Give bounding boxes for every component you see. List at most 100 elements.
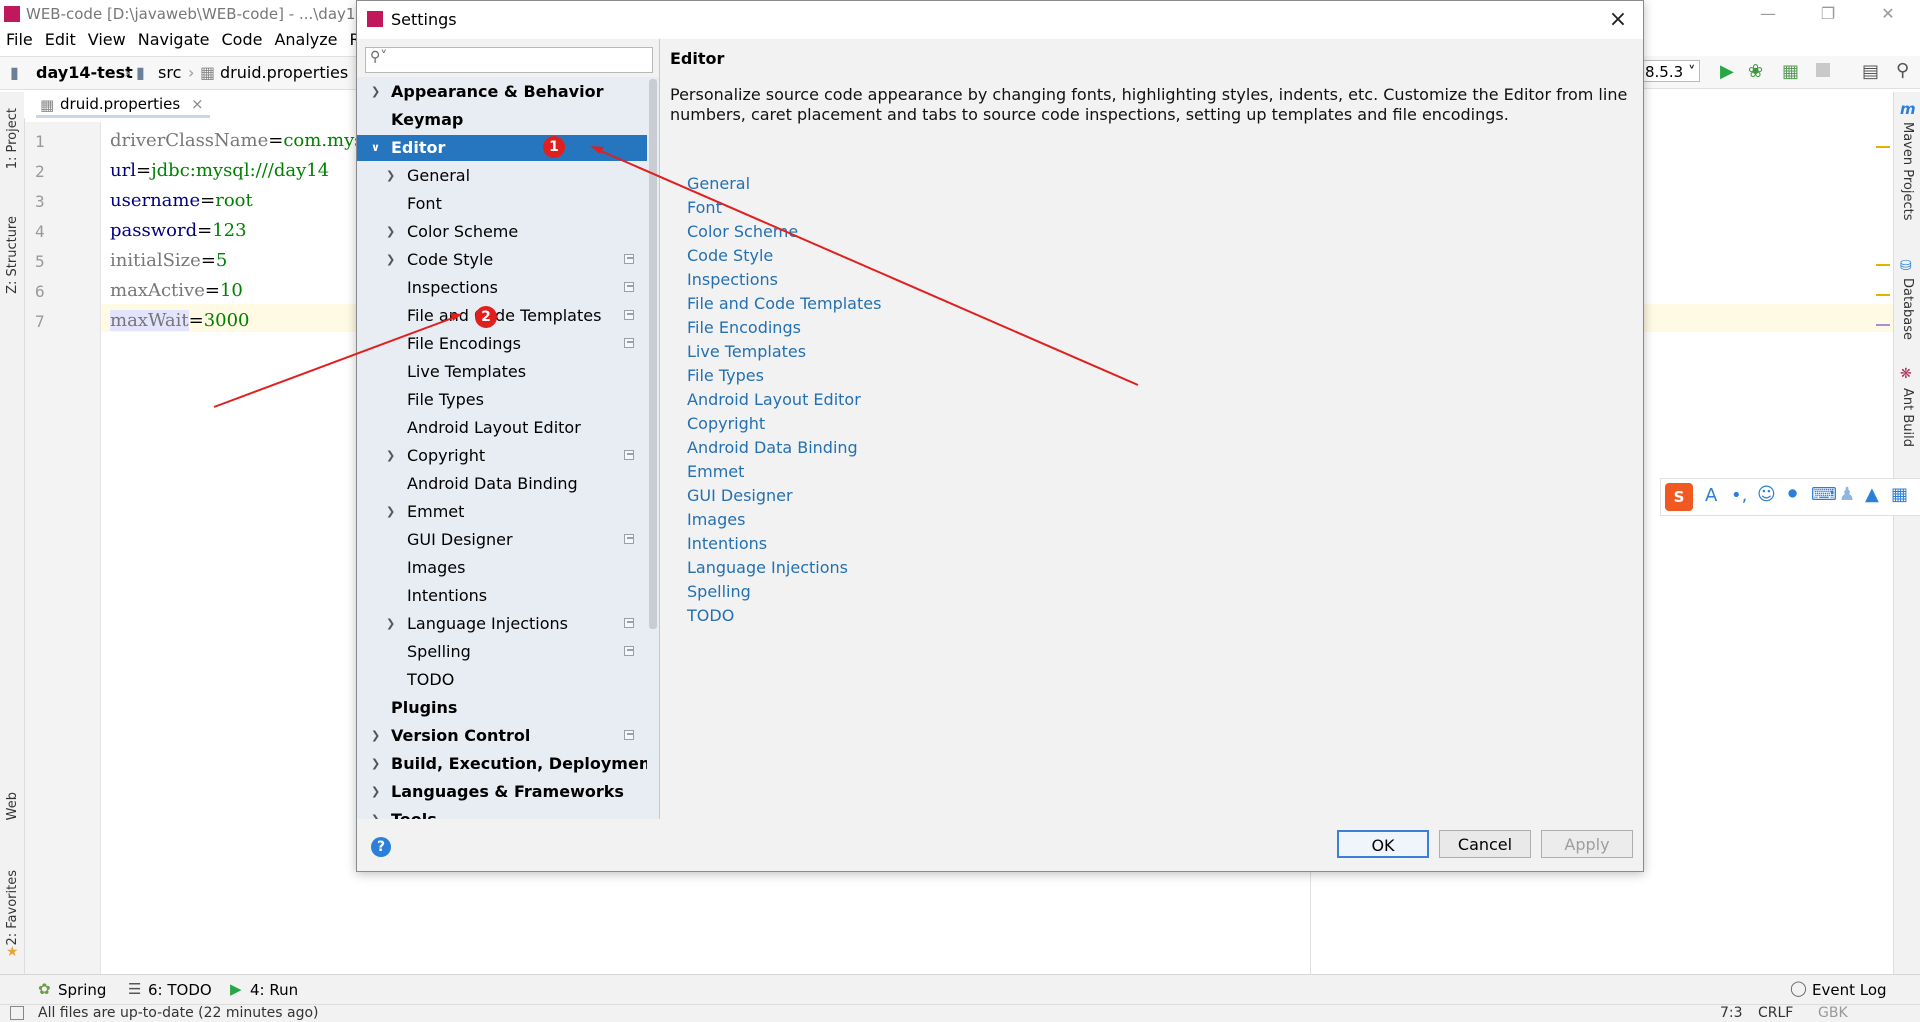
menu-edit[interactable]: Edit bbox=[45, 30, 76, 49]
tree-item-appearance-behavior[interactable]: ❯ Appearance & Behavior bbox=[357, 79, 647, 105]
run-icon[interactable]: ▶ bbox=[1720, 61, 1734, 82]
tree-item-copyright[interactable]: ❯ Copyright bbox=[357, 443, 647, 469]
menu-file[interactable]: File bbox=[6, 30, 33, 49]
tab-close-icon[interactable]: × bbox=[191, 95, 204, 113]
tool-window-ant[interactable]: Ant Build bbox=[1900, 388, 1915, 447]
link-live-templates[interactable]: Live Templates bbox=[687, 342, 806, 361]
code-line[interactable]: url=jdbc:mysql:///day14 bbox=[110, 160, 329, 181]
tree-item-color-scheme[interactable]: ❯ Color Scheme bbox=[357, 219, 647, 245]
link-inspections[interactable]: Inspections bbox=[687, 270, 778, 289]
tree-item-keymap[interactable]: Keymap bbox=[357, 107, 647, 133]
tree-item-spelling[interactable]: Spelling bbox=[357, 639, 647, 665]
scrollbar-thumb[interactable] bbox=[649, 79, 657, 629]
tool-window-event-log[interactable]: Event Log bbox=[1812, 981, 1887, 999]
tree-item-gui-designer[interactable]: GUI Designer bbox=[357, 527, 647, 553]
tool-window-structure[interactable]: Z: Structure bbox=[5, 216, 20, 294]
tree-item-todo[interactable]: TODO bbox=[357, 667, 647, 693]
emoji-icon[interactable]: ☺ bbox=[1757, 484, 1776, 505]
tool-window-todo[interactable]: 6: TODO bbox=[148, 981, 212, 999]
chevron-right-icon[interactable]: ❯ bbox=[386, 611, 395, 637]
punctuation-icon[interactable]: •, bbox=[1731, 485, 1747, 506]
breadcrumb-file[interactable]: druid.properties bbox=[220, 63, 348, 82]
grid-menu-icon[interactable]: ▦ bbox=[1891, 484, 1908, 505]
tree-item-android-layout-editor[interactable]: Android Layout Editor bbox=[357, 415, 647, 441]
chevron-right-icon[interactable]: ❯ bbox=[386, 219, 395, 245]
file-encoding[interactable]: GBK bbox=[1818, 1005, 1848, 1021]
chevron-right-icon[interactable]: ❯ bbox=[386, 499, 395, 525]
tree-item-build-execution-deployment[interactable]: ❯ Build, Execution, Deployment bbox=[357, 751, 658, 777]
tree-item-android-data-binding[interactable]: Android Data Binding bbox=[357, 471, 647, 497]
chevron-right-icon[interactable]: ❯ bbox=[371, 723, 380, 749]
menu-code[interactable]: Code bbox=[222, 30, 263, 49]
tree-item-font[interactable]: Font bbox=[357, 191, 647, 217]
tree-item-version-control[interactable]: ❯ Version Control bbox=[357, 723, 647, 749]
link-language-injections[interactable]: Language Injections bbox=[687, 558, 848, 577]
link-intentions[interactable]: Intentions bbox=[687, 534, 767, 553]
tree-item-inspections[interactable]: Inspections bbox=[357, 275, 647, 301]
stop-icon[interactable] bbox=[1816, 63, 1830, 77]
status-toggle-icon[interactable] bbox=[10, 1006, 24, 1020]
coverage-icon[interactable]: ▦ bbox=[1782, 61, 1799, 82]
breadcrumb-folder[interactable]: src bbox=[158, 63, 181, 82]
tool-window-web[interactable]: Web bbox=[5, 792, 20, 820]
tree-item-plugins[interactable]: Plugins bbox=[357, 695, 647, 721]
file-tab[interactable]: ▦ druid.properties × bbox=[36, 94, 210, 118]
settings-tree-scrollbar[interactable] bbox=[647, 77, 659, 819]
dialog-close-icon[interactable]: × bbox=[1605, 7, 1631, 33]
tool-window-maven[interactable]: Maven Projects bbox=[1900, 122, 1915, 221]
help-icon[interactable]: ? bbox=[371, 837, 391, 857]
keyboard-icon[interactable]: ⌨ bbox=[1811, 484, 1837, 505]
link-images[interactable]: Images bbox=[687, 510, 745, 529]
tree-item-code-style[interactable]: ❯ Code Style bbox=[357, 247, 647, 273]
code-line[interactable]: initialSize=5 bbox=[110, 250, 227, 271]
menu-analyze[interactable]: Analyze bbox=[274, 30, 337, 49]
tool-window-project[interactable]: 1: Project bbox=[5, 108, 20, 169]
link-file-and-code-templates[interactable]: File and Code Templates bbox=[687, 294, 881, 313]
caret-position[interactable]: 7:3 bbox=[1720, 1005, 1743, 1021]
window-close-icon[interactable]: ✕ bbox=[1876, 4, 1900, 26]
project-structure-icon[interactable]: ▤ bbox=[1862, 61, 1879, 82]
link-code-style[interactable]: Code Style bbox=[687, 246, 773, 265]
link-android-data-binding[interactable]: Android Data Binding bbox=[687, 438, 858, 457]
link-file-types[interactable]: File Types bbox=[687, 366, 764, 385]
apply-button[interactable]: Apply bbox=[1541, 830, 1633, 858]
tree-item-file-types[interactable]: File Types bbox=[357, 387, 647, 413]
chevron-right-icon[interactable]: ❯ bbox=[371, 751, 380, 777]
tree-item-file-encodings[interactable]: File Encodings bbox=[357, 331, 647, 357]
chevron-right-icon[interactable]: ❯ bbox=[371, 807, 380, 819]
tree-item-languages-frameworks[interactable]: ❯ Languages & Frameworks bbox=[357, 779, 647, 805]
code-line[interactable]: password=123 bbox=[110, 220, 247, 241]
tree-item-file-and-code-templates[interactable]: File and Code Templates bbox=[357, 303, 647, 329]
line-separator[interactable]: CRLF bbox=[1758, 1005, 1793, 1021]
tool-window-database[interactable]: Database bbox=[1900, 278, 1915, 340]
link-todo[interactable]: TODO bbox=[687, 606, 734, 625]
microphone-icon[interactable]: ⚫ bbox=[1785, 484, 1800, 505]
chevron-down-icon[interactable]: ∨ bbox=[371, 135, 380, 161]
chevron-right-icon[interactable]: ❯ bbox=[386, 163, 395, 189]
cancel-button[interactable]: Cancel bbox=[1439, 830, 1531, 858]
tree-item-general[interactable]: ❯ General bbox=[357, 163, 647, 189]
tool-window-favorites[interactable]: 2: Favorites bbox=[5, 870, 20, 946]
settings-search-field[interactable] bbox=[396, 50, 650, 70]
link-gui-designer[interactable]: GUI Designer bbox=[687, 486, 793, 505]
tree-item-images[interactable]: Images bbox=[357, 555, 647, 581]
code-line[interactable]: driverClassName=com.mys bbox=[110, 130, 364, 151]
tree-item-editor[interactable]: ∨ Editor bbox=[357, 135, 647, 161]
link-font[interactable]: Font bbox=[687, 198, 722, 217]
link-copyright[interactable]: Copyright bbox=[687, 414, 765, 433]
skin-icon[interactable]: ▲ bbox=[1865, 484, 1879, 505]
run-config-select[interactable]: 8.5.3 ˅ bbox=[1640, 60, 1700, 82]
tree-item-tools[interactable]: ❯ Tools bbox=[357, 807, 647, 819]
tree-item-live-templates[interactable]: Live Templates bbox=[357, 359, 647, 385]
ok-button[interactable]: OK bbox=[1337, 830, 1429, 858]
link-emmet[interactable]: Emmet bbox=[687, 462, 744, 481]
link-file-encodings[interactable]: File Encodings bbox=[687, 318, 801, 337]
chevron-right-icon[interactable]: ❯ bbox=[386, 247, 395, 273]
chevron-right-icon[interactable]: ❯ bbox=[386, 443, 395, 469]
search-everywhere-icon[interactable]: ⚲ bbox=[1896, 60, 1909, 81]
tree-item-language-injections[interactable]: ❯ Language Injections bbox=[357, 611, 647, 637]
link-android-layout-editor[interactable]: Android Layout Editor bbox=[687, 390, 861, 409]
menu-view[interactable]: View bbox=[88, 30, 126, 49]
code-line[interactable]: username=root bbox=[110, 190, 253, 211]
breadcrumb-project[interactable]: day14-test bbox=[36, 63, 133, 82]
